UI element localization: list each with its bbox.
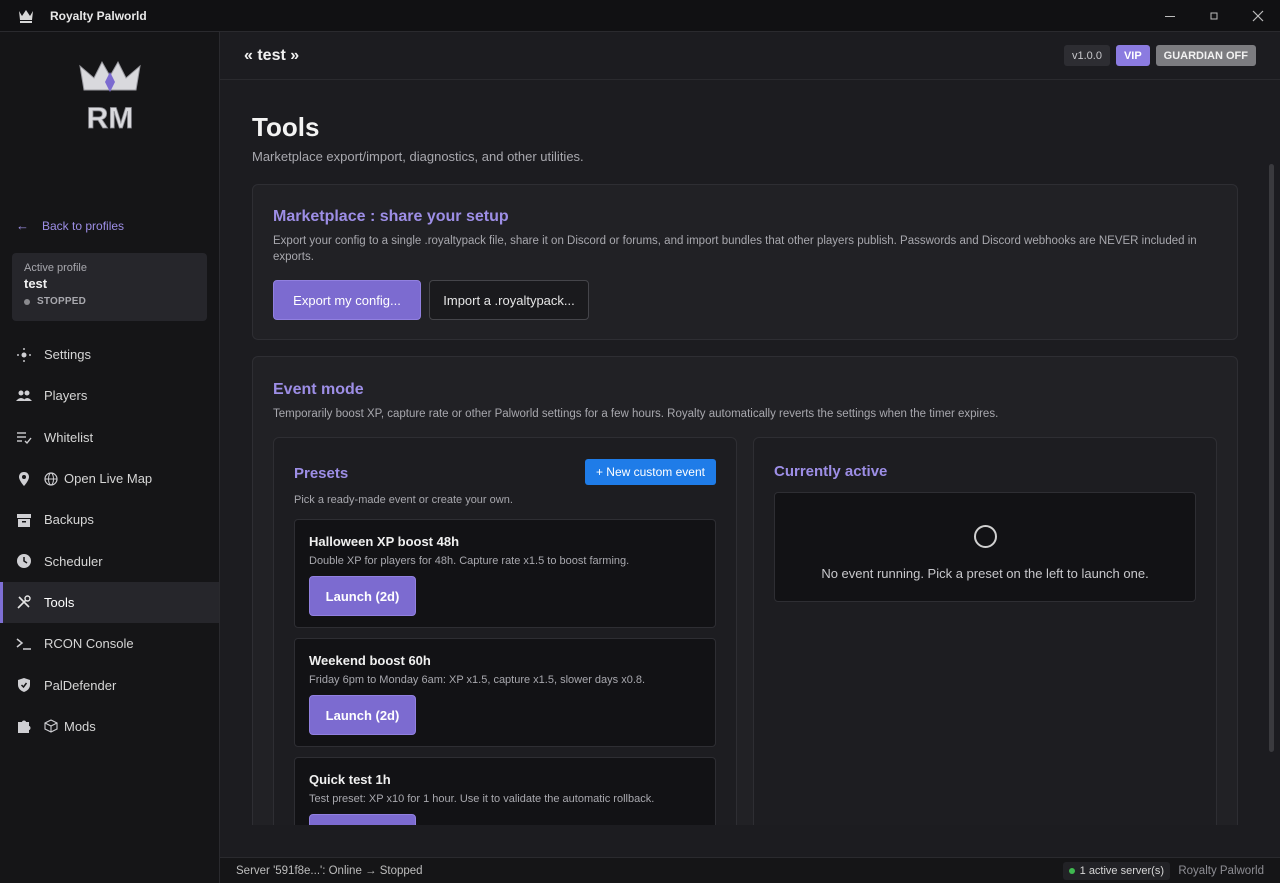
shield-icon	[16, 677, 32, 693]
minimize-icon[interactable]	[1148, 0, 1192, 32]
archive-icon	[16, 512, 32, 528]
new-custom-event-button[interactable]: + New custom event	[584, 459, 716, 485]
arrow-left-icon: ←	[16, 218, 29, 233]
map-pin-icon	[16, 471, 32, 487]
event-mode-title: Event mode	[273, 381, 364, 398]
sidebar-item-tools[interactable]: Tools	[0, 581, 219, 624]
preset-card: Halloween XP boost 48h Double XP for pla…	[294, 519, 716, 628]
sidebar-item-whitelist[interactable]: Whitelist	[0, 417, 219, 458]
presets-title: Presets	[294, 465, 349, 482]
empty-circle-icon	[974, 525, 997, 548]
main-content: Tools Marketplace export/import, diagnos…	[220, 81, 1280, 825]
no-event-box: No event running. Pick a preset on the l…	[774, 492, 1196, 602]
preset-description: Test preset: XP x10 for 1 hour. Use it t…	[309, 793, 655, 805]
sidebar-item-label: RCON Console	[44, 636, 134, 652]
profile-title: « test »	[244, 47, 300, 64]
currently-active-panel: Currently active No event running. Pick …	[753, 437, 1217, 825]
currently-active-title: Currently active	[774, 463, 888, 480]
back-label: Back to profiles	[42, 218, 125, 233]
guardian-badge[interactable]: GUARDIAN OFF	[1155, 45, 1256, 66]
preset-description: Double XP for players for 48h. Capture r…	[309, 555, 630, 567]
preset-name: Quick test 1h	[309, 772, 391, 787]
puzzle-icon	[16, 718, 32, 734]
status-message: Server '591f8e...': Online → Stopped	[236, 865, 423, 877]
status-bar: Server '591f8e...': Online → Stopped 1 a…	[220, 857, 1280, 883]
status-dot-icon	[24, 298, 30, 305]
sidebar-item-backups[interactable]: Backups	[0, 499, 219, 540]
sidebar-item-rcon-console[interactable]: RCON Console	[0, 623, 219, 664]
app-title: Royalty Palworld	[50, 8, 147, 23]
sidebar-nav: Settings Players Whitelist Open Live Map	[0, 334, 219, 747]
maximize-icon[interactable]	[1192, 0, 1236, 32]
sidebar-item-settings[interactable]: Settings	[0, 334, 219, 375]
active-profile-name: test	[24, 276, 48, 291]
preset-description: Friday 6pm to Monday 6am: XP x1.5, captu…	[309, 674, 646, 686]
sidebar-item-label: Settings	[44, 347, 91, 363]
launch-preset-button[interactable]: Launch (2d)	[309, 576, 416, 616]
launch-preset-button[interactable]: Launch (2d)	[309, 695, 416, 735]
page-title: Tools	[252, 112, 320, 142]
event-mode-description: Temporarily boost XP, capture rate or ot…	[273, 408, 999, 420]
event-mode-card: Event mode Temporarily boost XP, capture…	[252, 356, 1238, 825]
export-config-button[interactable]: Export my config...	[273, 280, 421, 320]
presets-hint: Pick a ready-made event or create your o…	[294, 494, 513, 506]
preset-card: Weekend boost 60h Friday 6pm to Monday 6…	[294, 638, 716, 747]
rm-logo: RM	[76, 60, 144, 135]
terminal-icon	[16, 636, 32, 652]
top-header: « test » v1.0.0 VIP GUARDIAN OFF	[220, 32, 1280, 80]
vip-badge: VIP	[1115, 45, 1150, 66]
sidebar-item-label: Players	[44, 388, 88, 404]
profile-status: STOPPED	[24, 296, 195, 307]
sidebar-item-open-live-map[interactable]: Open Live Map	[0, 458, 219, 499]
statusbar-app-name: Royalty Palworld	[1178, 865, 1264, 877]
svg-text:RM: RM	[87, 102, 134, 134]
online-dot-icon	[1068, 868, 1075, 874]
no-event-message: No event running. Pick a preset on the l…	[821, 566, 1149, 581]
sidebar-item-label: PalDefender	[44, 677, 117, 693]
sidebar-item-label: Whitelist	[44, 429, 94, 445]
preset-name: Halloween XP boost 48h	[309, 534, 460, 549]
sidebar-item-paldefender[interactable]: PalDefender	[0, 664, 219, 705]
sidebar-item-label: Scheduler	[44, 553, 103, 569]
sidebar-item-label: Backups	[44, 512, 94, 528]
sidebar-item-mods[interactable]: Mods	[0, 706, 219, 747]
clock-icon	[16, 553, 32, 569]
settings-icon	[16, 347, 32, 363]
users-icon	[16, 388, 32, 404]
page-subtitle: Marketplace export/import, diagnostics, …	[252, 149, 584, 164]
profile-status-text: STOPPED	[37, 296, 87, 307]
globe-icon	[44, 471, 58, 486]
cube-icon	[44, 719, 58, 733]
presets-panel: Presets + New custom event Pick a ready-…	[273, 437, 737, 825]
marketplace-title: Marketplace : share your setup	[273, 208, 509, 225]
active-profile-label: Active profile	[24, 262, 87, 274]
preset-name: Weekend boost 60h	[309, 653, 431, 668]
close-icon[interactable]	[1236, 0, 1280, 32]
checklist-icon	[16, 429, 32, 445]
sidebar-item-players[interactable]: Players	[0, 375, 219, 416]
sidebar: RM ← Back to profiles Active profile tes…	[0, 32, 220, 883]
sidebar-item-label: Mods	[64, 718, 96, 734]
back-to-profiles-link[interactable]: ← Back to profiles	[16, 218, 124, 233]
sidebar-item-label: Tools	[44, 594, 75, 610]
version-badge: v1.0.0	[1063, 45, 1110, 66]
import-royaltypack-button[interactable]: Import a .royaltypack...	[429, 280, 589, 320]
sidebar-item-label: Open Live Map	[64, 471, 153, 487]
app-crown-icon	[17, 7, 35, 25]
active-profile-card: Active profile test STOPPED	[12, 253, 207, 321]
tools-icon	[16, 594, 32, 610]
active-servers-badge: 1 active server(s)	[1062, 862, 1170, 880]
title-bar: Royalty Palworld	[0, 0, 1280, 32]
launch-preset-button[interactable]	[309, 814, 416, 825]
preset-card: Quick test 1h Test preset: XP x10 for 1 …	[294, 757, 716, 825]
active-servers-text: 1 active server(s)	[1079, 865, 1164, 877]
marketplace-description: Export your config to a single .royaltyp…	[273, 235, 1197, 263]
sidebar-item-scheduler[interactable]: Scheduler	[0, 540, 219, 581]
marketplace-card: Marketplace : share your setup Export yo…	[252, 184, 1238, 340]
main-scrollbar[interactable]	[1269, 164, 1274, 752]
